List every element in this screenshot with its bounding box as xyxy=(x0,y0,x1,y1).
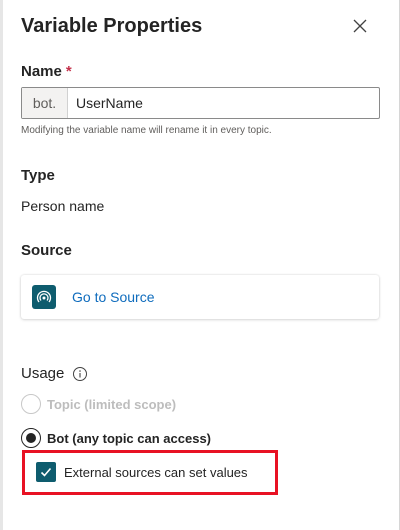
go-to-source-card[interactable]: Go to Source xyxy=(21,275,379,319)
radio-bot-scope[interactable]: Bot (any topic can access) xyxy=(21,428,211,448)
external-sources-checkbox-row[interactable]: External sources can set values xyxy=(36,462,248,482)
panel-left-edge xyxy=(0,0,3,530)
info-icon[interactable] xyxy=(72,366,88,382)
name-section-label: Name * xyxy=(21,63,72,80)
name-prefix: bot. xyxy=(22,88,68,118)
source-label: Source xyxy=(21,242,72,259)
radio-circle-bot[interactable] xyxy=(21,428,41,448)
radio-label-bot: Bot (any topic can access) xyxy=(47,430,211,446)
radio-topic-scope[interactable]: Topic (limited scope) xyxy=(21,394,176,414)
checkmark-icon xyxy=(40,467,52,477)
name-label: Name xyxy=(21,63,62,80)
variable-name-field[interactable]: bot. xyxy=(21,87,380,119)
type-value: Person name xyxy=(21,198,105,214)
name-helper-text: Modifying the variable name will rename … xyxy=(21,125,272,136)
close-icon xyxy=(353,19,367,33)
close-button[interactable] xyxy=(348,14,372,38)
panel-title: Variable Properties xyxy=(21,15,203,37)
external-sources-label: External sources can set values xyxy=(64,464,248,480)
type-label: Type xyxy=(21,167,55,184)
usage-header: Usage xyxy=(21,365,88,382)
radio-selected-dot xyxy=(26,433,36,443)
usage-label: Usage xyxy=(21,365,65,382)
required-marker: * xyxy=(65,63,72,80)
variable-name-input[interactable] xyxy=(68,88,379,118)
radio-label-topic: Topic (limited scope) xyxy=(47,396,177,412)
radio-circle-topic[interactable] xyxy=(21,394,41,414)
broadcast-icon xyxy=(32,285,56,309)
go-to-source-link[interactable]: Go to Source xyxy=(72,289,155,305)
external-sources-checkbox[interactable] xyxy=(36,462,56,482)
